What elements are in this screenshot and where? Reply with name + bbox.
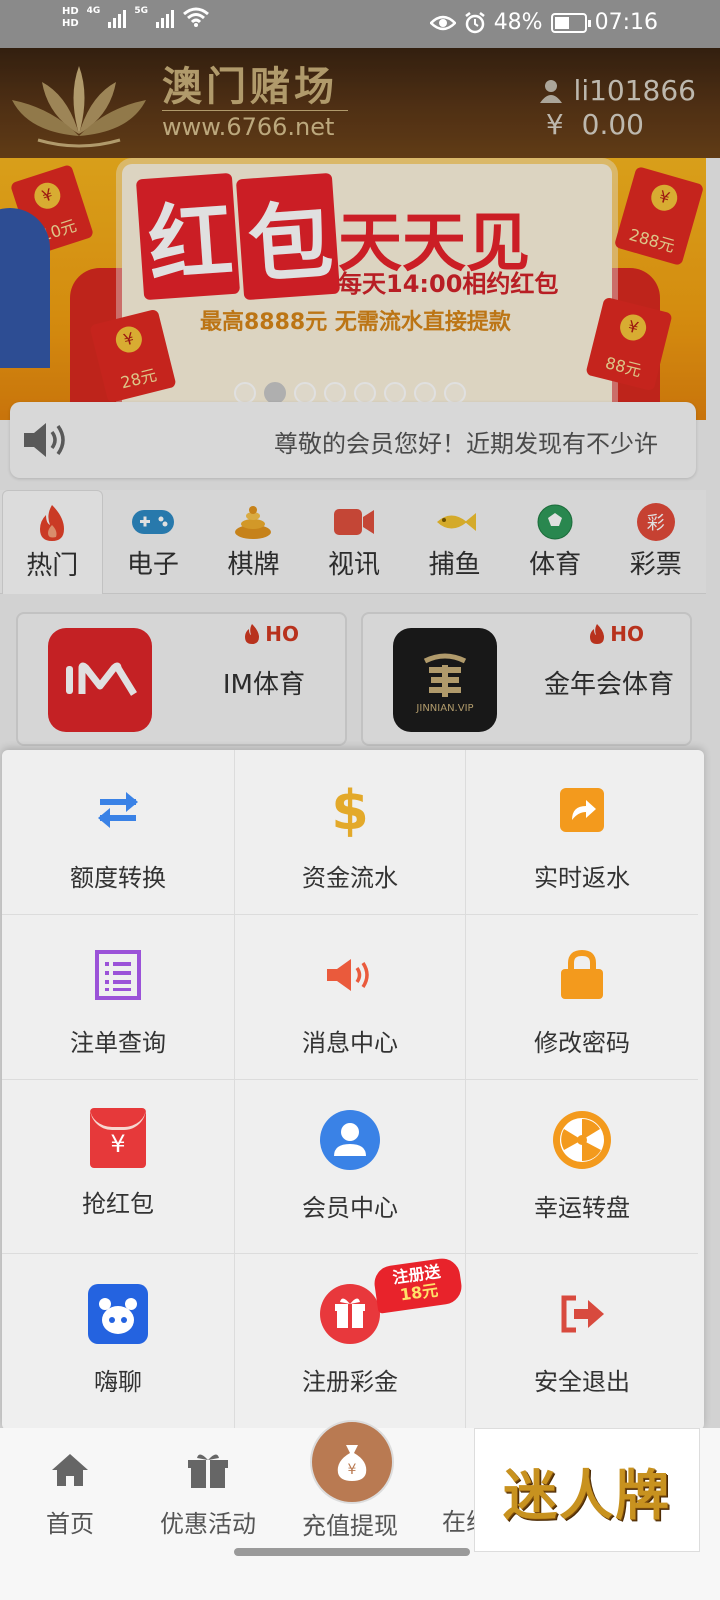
menu-item-label: 幸运转盘 [534, 1194, 630, 1222]
home-icon [48, 1448, 92, 1492]
register-bonus-tag: 注册送 18元 [372, 1256, 464, 1314]
nav-home[interactable]: 首页 [46, 1448, 94, 1539]
menu-item-label: 抢红包 [82, 1190, 154, 1218]
quick-menu-panel: 额度转换 $ 资金流水 实时返水 注单查询 消息中心 修改密码 ¥ 抢红包 会员… [2, 750, 704, 1430]
signal-icon [155, 6, 174, 28]
nav-promotions[interactable]: 优惠活动 [160, 1448, 256, 1539]
network-type-label: 4G [86, 6, 101, 16]
list-document-icon [86, 943, 150, 1007]
menu-item-hi-chat[interactable]: 嗨聊 [2, 1254, 235, 1430]
menu-item-change-password[interactable]: 修改密码 [466, 915, 698, 1080]
money-bag-icon: ¥ [337, 1445, 367, 1481]
nav-label: 首页 [46, 1510, 94, 1538]
menu-item-label: 消息中心 [302, 1029, 398, 1057]
menu-item-fund-flow[interactable]: $ 资金流水 [235, 750, 466, 915]
menu-item-register-bonus[interactable]: 注册送 18元 注册彩金 [235, 1254, 466, 1430]
menu-item-messages[interactable]: 消息中心 [235, 915, 466, 1080]
red-envelope-icon: ¥ [90, 1108, 146, 1168]
menu-item-member-center[interactable]: 会员中心 [235, 1080, 466, 1254]
menu-item-label: 会员中心 [302, 1194, 398, 1222]
watermark-logo: 迷人牌 [474, 1428, 700, 1552]
alarm-icon [464, 11, 485, 33]
clock: 07:16 [594, 10, 658, 35]
hd-badge: HD [62, 18, 79, 29]
menu-item-bet-query[interactable]: 注单查询 [2, 915, 235, 1080]
gift-icon [186, 1448, 230, 1492]
menu-item-lucky-wheel[interactable]: 幸运转盘 [466, 1080, 698, 1254]
dollar-icon: $ [331, 778, 369, 842]
nav-label: 优惠活动 [160, 1510, 256, 1538]
gesture-home-bar[interactable] [234, 1548, 470, 1556]
eye-icon [429, 15, 456, 30]
status-left: HD HD 4G 5G [62, 6, 210, 30]
hd-badge: HD [62, 6, 79, 17]
lock-icon [550, 943, 614, 1007]
chat-app-icon [86, 1282, 150, 1346]
wifi-icon [183, 7, 209, 27]
menu-item-label: 实时返水 [534, 864, 630, 892]
logout-icon [550, 1282, 614, 1346]
menu-item-rebate[interactable]: 实时返水 [466, 750, 698, 915]
menu-item-label: 修改密码 [534, 1029, 630, 1057]
menu-item-logout[interactable]: 安全退出 [466, 1254, 698, 1430]
deposit-withdraw-button[interactable]: ¥ [310, 1420, 394, 1504]
network-type-label: 5G [134, 6, 148, 16]
transfer-arrows-icon [86, 778, 150, 842]
hd-indicators: HD HD [62, 6, 79, 30]
speaker-icon [318, 943, 382, 1007]
gift-icon [318, 1282, 382, 1346]
menu-item-grab-red-envelope[interactable]: ¥ 抢红包 [2, 1080, 235, 1254]
status-bar: HD HD 4G 5G 48% 07:16 [0, 0, 720, 48]
bottom-nav: 首页 优惠活动 ¥ 充值提现 在线 迷人牌 [0, 1420, 720, 1600]
nav-label-deposit[interactable]: 充值提现 [302, 1506, 398, 1541]
menu-item-label: 注册彩金 [302, 1368, 398, 1396]
battery-percent: 48% [493, 10, 543, 35]
menu-item-label: 资金流水 [302, 864, 398, 892]
status-right: 48% 07:16 [429, 10, 658, 35]
wheel-icon [550, 1108, 614, 1172]
share-arrow-icon [550, 778, 614, 842]
menu-item-label: 注单查询 [70, 1029, 166, 1057]
menu-item-transfer[interactable]: 额度转换 [2, 750, 235, 915]
user-icon [318, 1108, 382, 1172]
menu-item-label: 额度转换 [70, 864, 166, 892]
signal-icon [108, 6, 127, 28]
menu-item-label: 安全退出 [534, 1368, 630, 1396]
battery-icon [550, 12, 591, 33]
menu-item-label: 嗨聊 [94, 1368, 142, 1396]
svg-text:¥: ¥ [348, 1462, 357, 1478]
